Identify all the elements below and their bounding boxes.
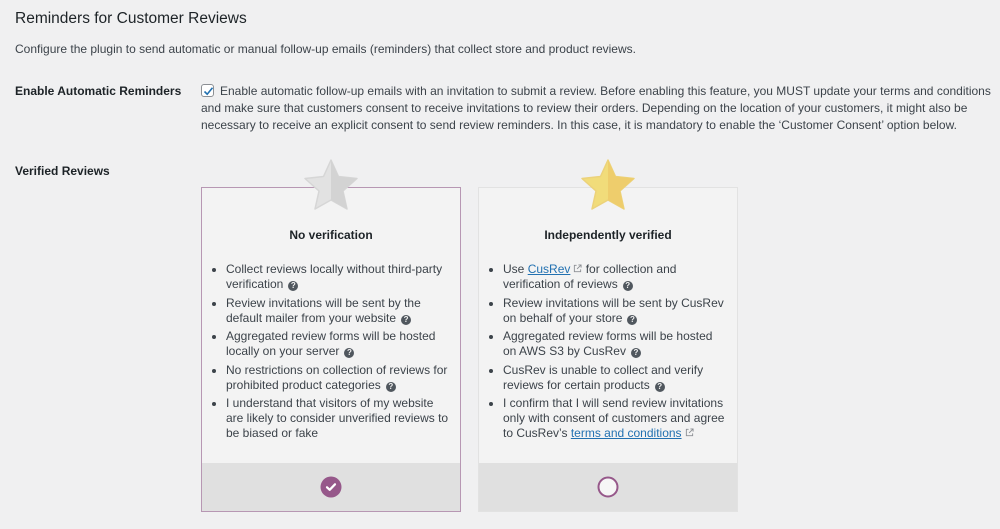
feature-item: Collect reviews locally without third-pa… <box>226 262 452 292</box>
feature-text: CusRev is unable to collect and verify r… <box>503 362 704 392</box>
option-title: No verification <box>289 228 373 242</box>
help-icon[interactable]: ? <box>401 314 412 325</box>
page-title: Reminders for Customer Reviews <box>15 10 247 27</box>
option-footer[interactable] <box>479 463 737 511</box>
feature-text: Aggregated review forms will be hosted l… <box>226 329 436 358</box>
feature-item: I understand that visitors of my website… <box>226 396 452 441</box>
auto-reminders-checkbox[interactable] <box>201 84 214 97</box>
feature-text: Review invitations will be sent by the d… <box>226 295 421 325</box>
selected-radio[interactable] <box>320 476 342 498</box>
grey-star-icon <box>304 159 358 210</box>
feature-item: Aggregated review forms will be hosted l… <box>226 329 452 359</box>
feature-item: I confirm that I will send review invita… <box>503 396 729 441</box>
help-icon[interactable]: ? <box>627 314 638 325</box>
feature-item: CusRev is unable to collect and verify r… <box>503 363 729 393</box>
feature-text: Use <box>503 262 528 276</box>
feature-item: No restrictions on collection of reviews… <box>226 363 452 393</box>
checkmark-icon <box>203 87 214 96</box>
feature-item: Review invitations will be sent by the d… <box>226 296 452 326</box>
cusrev-link[interactable]: CusRev <box>528 262 571 276</box>
help-icon[interactable]: ? <box>622 281 633 291</box>
feature-text: I understand that visitors of my website… <box>226 396 449 440</box>
option-feature-list: Collect reviews locally without third-pa… <box>214 262 452 445</box>
gold-star-icon <box>581 159 635 210</box>
verified-reviews-label: Verified Reviews <box>15 164 110 178</box>
help-icon[interactable]: ? <box>288 281 299 291</box>
external-link-icon <box>685 428 694 437</box>
feature-text: Aggregated review forms will be hosted o… <box>503 329 713 358</box>
help-icon[interactable]: ? <box>385 381 396 392</box>
auto-reminders-field: Enable automatic follow-up emails with a… <box>201 83 996 134</box>
option-title: Independently verified <box>544 228 672 242</box>
feature-item: Use CusRev for collection and verificati… <box>503 262 729 292</box>
settings-page: Reminders for Customer Reviews Configure… <box>0 0 1000 529</box>
checkmark-icon <box>325 483 337 491</box>
option-card-no-verification[interactable]: No verification Collect reviews locally … <box>201 159 461 512</box>
feature-item: Aggregated review forms will be hosted o… <box>503 329 729 359</box>
feature-text: Review invitations will be sent by CusRe… <box>503 295 724 325</box>
help-icon[interactable]: ? <box>630 348 641 358</box>
auto-reminders-label: Enable Automatic Reminders <box>15 84 182 98</box>
option-card-independently-verified[interactable]: Independently verified Use CusRev for co… <box>478 159 738 512</box>
feature-item: Review invitations will be sent by CusRe… <box>503 296 729 326</box>
feature-text: Collect reviews locally without third-pa… <box>226 262 443 291</box>
feature-text: No restrictions on collection of reviews… <box>226 362 448 392</box>
page-description: Configure the plugin to send automatic o… <box>15 42 636 56</box>
unselected-radio[interactable] <box>597 476 619 498</box>
help-icon[interactable]: ? <box>344 348 355 358</box>
auto-reminders-text: Enable automatic follow-up emails with a… <box>201 84 991 132</box>
option-footer[interactable] <box>202 463 460 511</box>
help-icon[interactable]: ? <box>654 381 665 392</box>
option-feature-list: Use CusRev for collection and verificati… <box>491 262 729 445</box>
terms-link[interactable]: terms and conditions <box>571 426 682 440</box>
